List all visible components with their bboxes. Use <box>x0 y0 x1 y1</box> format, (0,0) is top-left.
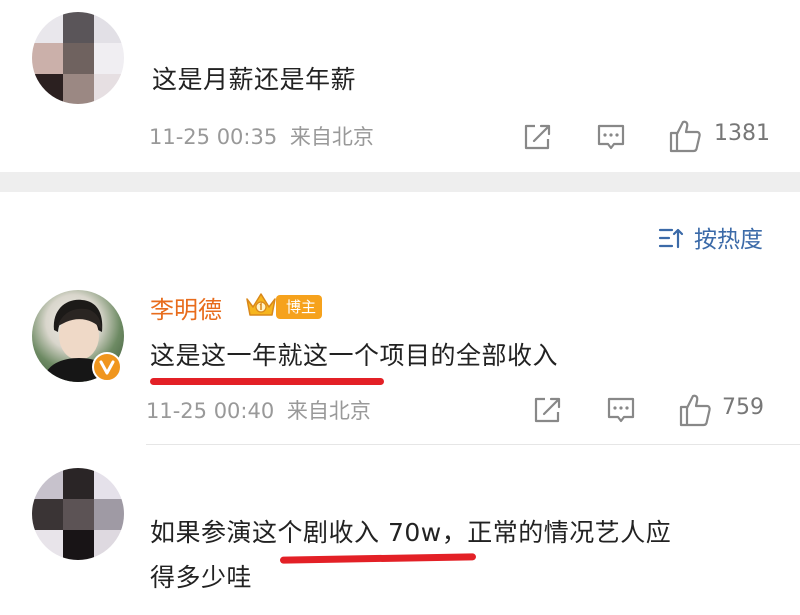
like-count: 759 <box>722 395 764 420</box>
location: 来自北京 <box>289 125 374 149</box>
sort-icon <box>658 228 684 249</box>
share-icon[interactable] <box>522 123 552 151</box>
comment-divider <box>146 444 800 445</box>
comment-text: 这是月薪还是年薪 <box>152 65 357 94</box>
sort-by-hot-button[interactable]: 按热度 <box>658 222 778 254</box>
comment-icon[interactable] <box>606 396 636 426</box>
thumbs-up-icon <box>669 120 701 153</box>
timestamp: 11-25 00:40 <box>146 399 275 423</box>
location: 来自北京 <box>286 399 371 423</box>
comment-text-line-1: 如果参演这个剧收入 70w，正常的情况艺人应 <box>150 518 672 547</box>
pixelated-avatar <box>32 468 124 560</box>
timestamp: 11-25 00:35 <box>149 125 278 149</box>
username[interactable]: 李明德 <box>150 290 222 325</box>
avatar-blurred-2[interactable] <box>32 468 124 560</box>
comment-icon[interactable] <box>596 123 626 153</box>
verified-v-icon <box>92 352 122 382</box>
crown-icon <box>246 293 276 316</box>
comment-text-line-2: 得多少哇 <box>150 563 253 592</box>
like-count: 1381 <box>714 121 770 146</box>
highlight-underline <box>279 553 477 564</box>
like-button[interactable]: 759 <box>678 392 778 428</box>
highlight-underline <box>150 378 384 385</box>
comment-timestamp: 11-25 00:40 来自北京 <box>146 395 371 425</box>
section-divider <box>0 172 800 192</box>
comment-text: 这是这一年就这一个项目的全部收入 <box>150 341 559 370</box>
sort-label: 按热度 <box>694 227 763 253</box>
like-button[interactable]: 1381 <box>668 118 778 154</box>
pixelated-avatar <box>32 12 124 104</box>
blogger-badge: 博主 <box>276 295 323 319</box>
avatar-blurred-1[interactable] <box>32 12 124 104</box>
share-icon[interactable] <box>532 396 562 424</box>
thumbs-up-icon <box>679 394 711 427</box>
comment-timestamp: 11-25 00:35 来自北京 <box>149 121 374 151</box>
